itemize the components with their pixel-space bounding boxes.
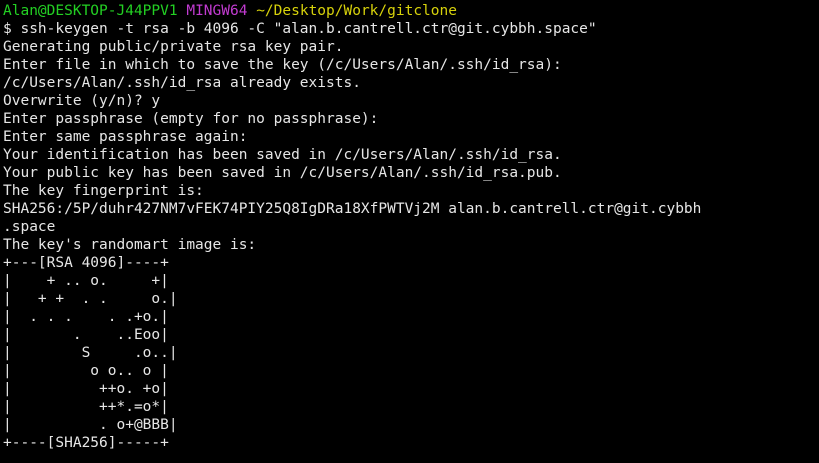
prompt-line: Alan@DESKTOP-J44PPV1 MINGW64 ~/Desktop/W… <box>3 2 819 20</box>
prompt-user-host: Alan@DESKTOP-J44PPV1 <box>3 3 178 19</box>
prompt-cwd: ~/Desktop/Work/gitclone <box>256 3 457 19</box>
randomart-line: | + .. o. +| <box>3 273 169 289</box>
terminal-window[interactable]: Alan@DESKTOP-J44PPV1 MINGW64 ~/Desktop/W… <box>0 0 819 463</box>
output-line: /c/Users/Alan/.ssh/id_rsa already exists… <box>3 75 361 91</box>
randomart-line: | ++o. +o| <box>3 381 169 397</box>
output-line: Generating public/private rsa key pair. <box>3 39 344 55</box>
randomart-line: | o o.. o | <box>3 363 169 379</box>
command-line: $ ssh-keygen -t rsa -b 4096 -C "alan.b.c… <box>3 21 597 37</box>
randomart-line: | + + . . o.| <box>3 291 178 307</box>
prompt-system: MINGW64 <box>186 3 248 19</box>
fingerprint-line-wrap: .space <box>3 219 56 235</box>
output-line: Your public key has been saved in /c/Use… <box>3 165 562 181</box>
randomart-line: | . o+@BBB| <box>3 417 178 433</box>
output-line: Overwrite (y/n)? y <box>3 93 161 109</box>
output-line: The key's randomart image is: <box>3 237 257 253</box>
output-line: Enter passphrase (empty for no passphras… <box>3 111 379 127</box>
output-line: Enter file in which to save the key (/c/… <box>3 57 562 73</box>
output-line: The key fingerprint is: <box>3 183 204 199</box>
randomart-line: | . ..Eoo| <box>3 327 169 343</box>
randomart-line: | S .o..| <box>3 345 178 361</box>
randomart-line: +---[RSA 4096]----+ <box>3 255 169 271</box>
fingerprint-line: SHA256:/5P/duhr427NM7vFEK74PIY25Q8IgDRa1… <box>3 201 702 217</box>
output-line: Enter same passphrase again: <box>3 129 248 145</box>
output-line: Your identification has been saved in /c… <box>3 147 562 163</box>
randomart-line: +----[SHA256]-----+ <box>3 435 169 451</box>
randomart-line: | ++*.=o*| <box>3 399 169 415</box>
randomart-line: | . . . . .+o.| <box>3 309 169 325</box>
